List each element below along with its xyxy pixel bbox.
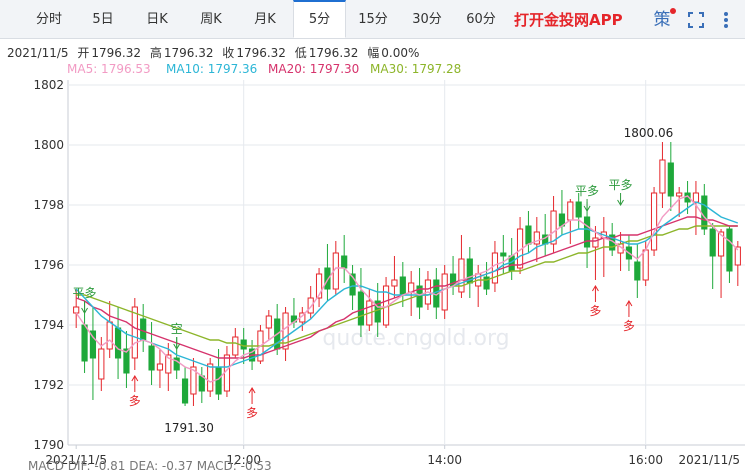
candle-up xyxy=(156,363,164,371)
candle-up xyxy=(265,315,272,329)
close-signal-label: 平多 xyxy=(575,184,599,198)
close-signal-label: 平多 xyxy=(609,178,633,192)
candle-down xyxy=(701,195,708,230)
candle-down xyxy=(81,324,88,362)
y-tick-label: 1794 xyxy=(33,318,64,332)
y-tick-label: 1798 xyxy=(33,198,64,212)
candle-down xyxy=(583,216,591,248)
y-tick-label: 1800 xyxy=(33,138,64,152)
candle-up xyxy=(458,258,465,293)
close-signal-label: 空 xyxy=(171,322,183,336)
candle-down xyxy=(634,261,641,281)
candle-down xyxy=(667,162,674,197)
candle-up xyxy=(642,249,649,281)
candle-up xyxy=(391,279,398,287)
candle-up xyxy=(106,321,113,350)
buy-signal-label: 多 xyxy=(589,304,601,318)
candle-down xyxy=(726,228,733,272)
low-price-annotation: 1791.30 xyxy=(164,421,214,435)
y-tick-label: 1790 xyxy=(33,438,64,452)
candle-up xyxy=(491,252,499,284)
buy-signal-label: 多 xyxy=(246,406,258,420)
candle-down xyxy=(500,252,507,257)
candle-up xyxy=(592,237,599,248)
candle-up xyxy=(232,336,239,356)
y-tick-label: 1802 xyxy=(33,78,64,92)
candle-up xyxy=(98,348,105,380)
macd-legend: MACD DIF: -0.81 DEA: -0.37 MACD: -0.53 xyxy=(28,461,272,470)
buy-signal-label: 多 xyxy=(129,394,141,408)
candle-down xyxy=(525,225,532,245)
candle-down xyxy=(357,291,365,326)
candle-down xyxy=(240,339,247,350)
candle-up xyxy=(207,363,214,392)
candle-up xyxy=(73,306,80,314)
candle-up xyxy=(567,201,574,221)
candle-up xyxy=(676,192,683,197)
kline-chart: 17901792179417961798180018022021/11/5 12:… xyxy=(33,78,745,467)
candle-down xyxy=(709,228,716,257)
candle-down xyxy=(114,327,122,359)
candle-down xyxy=(215,366,222,395)
close-signal-label: 平多 xyxy=(73,286,97,300)
candle-up xyxy=(131,306,138,359)
candle-down xyxy=(181,378,189,404)
macd-legend-strip: MACD DIF: -0.81 DEA: -0.37 MACD: -0.53 xyxy=(0,461,745,470)
candle-down xyxy=(140,318,147,341)
high-price-annotation: 1800.06 xyxy=(624,126,674,140)
candle-down xyxy=(399,276,406,296)
candle-down xyxy=(341,255,348,269)
y-tick-label: 1792 xyxy=(33,378,64,392)
candle-up xyxy=(441,273,448,311)
watermark-text: quote.cngold.org xyxy=(322,326,509,351)
candle-down xyxy=(198,375,205,392)
candle-down xyxy=(148,345,155,371)
buy-signal-label: 多 xyxy=(623,319,635,333)
candle-down xyxy=(508,255,515,272)
candle-up xyxy=(692,192,700,203)
candle-up xyxy=(650,192,658,251)
candle-up xyxy=(223,354,231,392)
y-tick-label: 1796 xyxy=(33,258,64,272)
candle-down xyxy=(575,201,582,218)
candle-up xyxy=(659,159,666,194)
